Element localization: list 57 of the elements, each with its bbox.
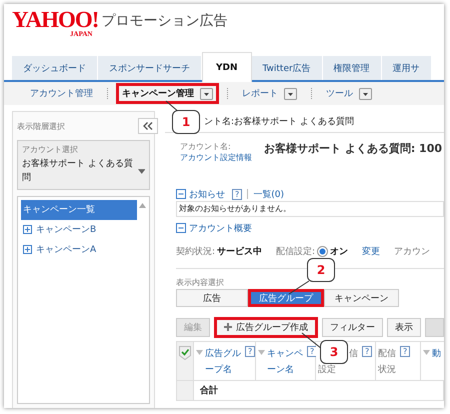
toolbar-button[interactable]: 広告グループ作成 [214, 316, 318, 338]
notices-list-link[interactable]: 一覧(0) [253, 188, 284, 200]
nav-menu-item[interactable]: ツール [320, 83, 378, 104]
segment-button[interactable]: キャンペーン [324, 289, 399, 307]
tab[interactable]: Twitter広告 [252, 56, 323, 80]
callout-bubble: 1 [172, 110, 200, 134]
collapse-section-icon [176, 189, 186, 199]
sidebar-title: 表示階層選択 [17, 120, 65, 132]
account-settings-link[interactable]: アカウント設定情報 [180, 152, 252, 163]
tab[interactable]: 運用サ [382, 56, 432, 80]
contract-label: 契約状況: [176, 246, 216, 258]
callout-bubble: 2 [307, 258, 335, 282]
notices-heading[interactable]: お知らせ [189, 188, 225, 200]
notice-message: 対象のお知らせがありません。 [176, 201, 444, 217]
radio-button[interactable] [317, 246, 328, 257]
tab[interactable]: ダッシュボード [12, 56, 98, 80]
account-label: アカウント名: [180, 141, 232, 152]
help-icon[interactable]: ? [245, 346, 256, 357]
help-icon[interactable]: ? [362, 346, 372, 357]
tree-item[interactable]: キャンペーンB [21, 220, 137, 240]
tree-item[interactable]: キャンペーン一覧 [21, 200, 137, 220]
collapse-button[interactable] [138, 118, 158, 134]
nav-menu-item[interactable]: キャンペーン管理 [116, 83, 219, 104]
delivery-label: 配信設定: [276, 246, 316, 258]
change-link[interactable]: 変更 [362, 245, 380, 258]
collapse-section-icon [176, 223, 186, 233]
help-icon[interactable]: ? [400, 346, 410, 357]
caret-icon [138, 168, 145, 174]
account-select[interactable]: アカウント選択 お客様サポート よくある質問 [17, 140, 150, 190]
table-cell: 合計 [194, 380, 444, 400]
account-label: アカウン [394, 246, 430, 258]
column-header[interactable]: 動 [421, 342, 444, 380]
plus-icon [224, 323, 232, 331]
help-icon[interactable]: ? [232, 188, 242, 200]
account-title: お客様サポート よくある質問: 100 [264, 141, 442, 156]
tab[interactable]: YDN [202, 52, 252, 82]
callout-bubble: 3 [320, 340, 348, 364]
tree-item[interactable]: キャンペーンA [21, 240, 137, 260]
tab[interactable]: スポンサードサーチ [98, 56, 202, 80]
segment-button[interactable]: 広告グループ [248, 289, 324, 307]
contract-status: サービス中 [217, 245, 262, 258]
help-icon[interactable]: ? [307, 346, 318, 357]
column-header[interactable]: 配信 状況 ? [376, 342, 421, 380]
segment-button[interactable]: 広告 [176, 289, 248, 307]
overview-heading[interactable]: アカウント概要 [189, 222, 252, 234]
nav-menu-item[interactable]: アカウント管理 [24, 83, 99, 104]
view-select-label: 表示内容選択 [176, 277, 224, 289]
toolbar-button[interactable]: 表示 [387, 318, 421, 336]
toolbar-button[interactable]: フィルター [322, 318, 383, 336]
chevrons-left-icon [143, 122, 153, 130]
delivery-status: オン [330, 246, 348, 258]
product-name: プロモーション広告 [101, 12, 228, 30]
tab[interactable]: 権限管理 [322, 56, 382, 80]
scroll-up-icon [139, 202, 146, 208]
column-header[interactable]: キャンペ ーン名 ? [256, 342, 316, 380]
column-header[interactable]: 広告グル ープ名 ? [194, 342, 256, 380]
nav-menu-item[interactable]: レポート [236, 83, 303, 104]
